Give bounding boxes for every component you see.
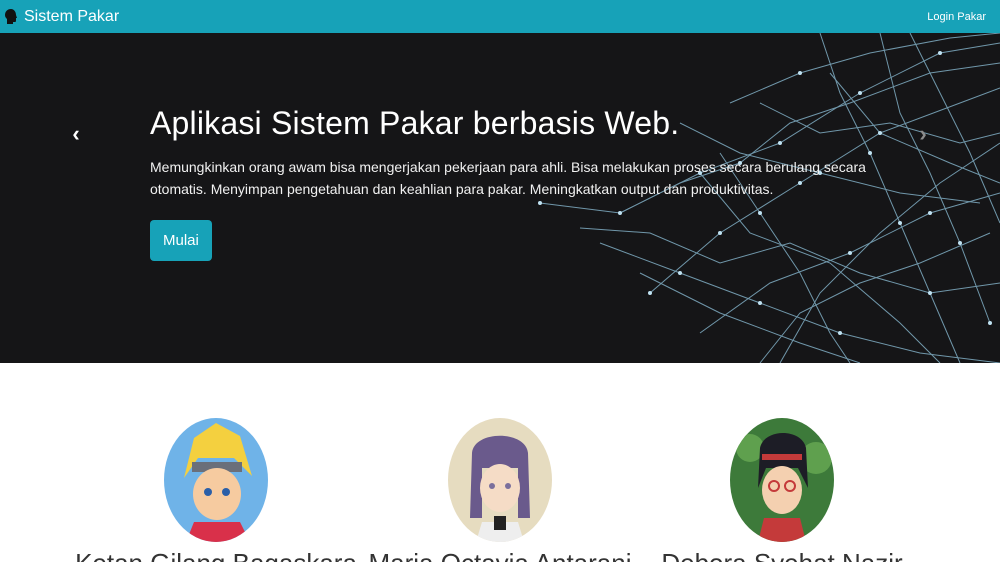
navbar-brand[interactable]: Sistem Pakar [4,8,119,26]
member-avatar [164,418,268,542]
head-icon [5,9,17,24]
team-section: Ketan Gilang Bagaskara Maria Octavia Ant… [0,363,1000,562]
hero-description: Memungkinkan orang awam bisa mengerjakan… [150,159,866,197]
chevron-right-icon: › [919,121,927,146]
hero-caption: Aplikasi Sistem Pakar berbasis Web. Memu… [150,105,880,261]
navbar: Sistem Pakar Login Pakar [0,0,1000,33]
hero-carousel: ‹ › Aplikasi Sistem Pakar berbasis Web. … [0,33,1000,363]
team-member-card: Debora Syehat Nazir [622,418,942,562]
member-name: Ketan Gilang Bagaskara [56,548,376,562]
member-avatar [448,418,552,542]
team-member-card: Maria Octavia Antarani [340,418,660,562]
mulai-button[interactable]: Mulai [150,220,212,261]
carousel-prev-button[interactable]: ‹ [66,121,86,147]
brand-label: Sistem Pakar [24,7,120,25]
carousel-next-button[interactable]: › [913,121,933,147]
member-avatar [730,418,834,542]
hero-title: Aplikasi Sistem Pakar berbasis Web. [150,105,680,141]
team-member-card: Ketan Gilang Bagaskara [56,418,376,562]
login-pakar-link[interactable]: Login Pakar [927,11,986,23]
member-name: Debora Syehat Nazir [622,548,942,562]
member-name: Maria Octavia Antarani [340,548,660,562]
chevron-left-icon: ‹ [72,121,80,146]
